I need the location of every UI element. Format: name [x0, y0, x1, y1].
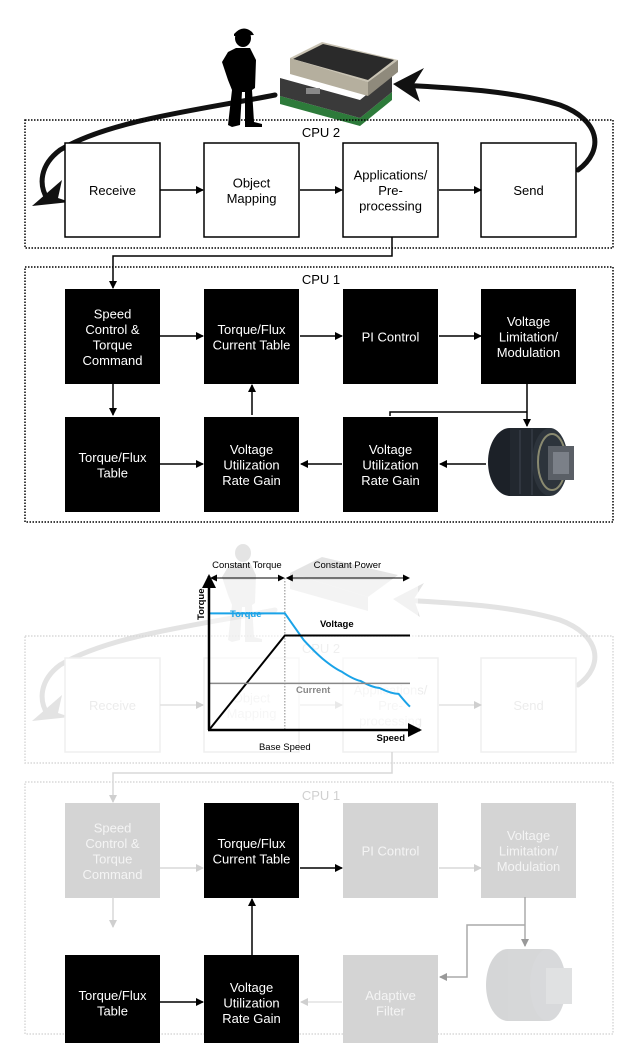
- region-label: Constant Power: [314, 560, 382, 571]
- block-label: Object: [233, 175, 271, 190]
- region-label: Constant Torque: [212, 560, 282, 571]
- block-label: Filter: [376, 1003, 406, 1018]
- block-label: Limitation/: [499, 844, 559, 859]
- block-torque-flux-table: Torque/FluxTable: [65, 417, 160, 512]
- block-object-mapping: ObjectMapping: [203, 142, 300, 238]
- block-speed-control: SpeedControl &TorqueCommand: [65, 289, 160, 384]
- block-label: Table: [97, 465, 128, 480]
- block-label: Modulation: [497, 345, 561, 360]
- block-label: Current Table: [213, 337, 291, 352]
- block-label: Pre-: [378, 183, 403, 198]
- block-label: Voltage: [230, 980, 273, 995]
- block-label: Torque/Flux: [79, 450, 147, 465]
- block-send: Send: [480, 142, 577, 238]
- block-voltage-utilization-1: VoltageUtilizationRate Gain: [204, 417, 299, 512]
- block-label: Torque: [93, 851, 133, 866]
- block-label: Receive: [89, 183, 136, 198]
- block-label: Voltage: [507, 828, 550, 843]
- block-label: Rate Gain: [222, 473, 281, 488]
- feedback-line-voltage-limitation: [389, 411, 527, 416]
- block-voltage-limitation: VoltageLimitation/Modulation: [481, 289, 576, 384]
- block-torque-flux-table: Torque/FluxTable: [65, 955, 160, 1043]
- block-label: Utilization: [223, 458, 279, 473]
- series-label-current: Current: [296, 685, 331, 696]
- block-send: Send: [480, 657, 577, 753]
- block-label: Table: [97, 1003, 128, 1018]
- block-torque-flux-current-table: Torque/FluxCurrent Table: [204, 289, 299, 384]
- block-label: Send: [513, 698, 543, 713]
- block-label: processing: [359, 199, 422, 214]
- x-axis-label: Speed: [376, 733, 405, 744]
- block-label: Adaptive: [365, 988, 416, 1003]
- block-label: Torque: [93, 337, 133, 352]
- diagram-canvas: CPU 2 Receive ObjectMapping Applications/P…: [24, 28, 614, 1043]
- block-label: Speed: [94, 306, 132, 321]
- block-pi-control: PI Control: [343, 803, 438, 898]
- cpu1-title: CPU 1: [302, 272, 340, 287]
- arrow-applications-to-speed-control: [109, 237, 393, 289]
- faded-cpu1-title: CPU 1: [302, 788, 340, 803]
- block-label: Limitation/: [499, 330, 559, 345]
- torque-speed-chart: Constant Torque Constant Power Torque Volta…: [196, 560, 422, 753]
- block-label: Send: [513, 183, 543, 198]
- base-speed-label: Base Speed: [259, 742, 311, 753]
- block-voltage-utilization: VoltageUtilizationRate Gain: [204, 955, 299, 1043]
- block-speed-control: SpeedControl &TorqueCommand: [65, 803, 160, 898]
- block-label: Utilization: [362, 458, 418, 473]
- block-label: Modulation: [497, 859, 561, 874]
- block-label: Current Table: [213, 851, 291, 866]
- block-label: Voltage: [369, 442, 412, 457]
- cpu2-title: CPU 2: [302, 125, 340, 140]
- block-label: Command: [83, 867, 143, 882]
- raspberry-pi-board-image: [280, 42, 398, 126]
- block-label: PI Control: [362, 330, 420, 345]
- faded-connector-cpu2-cpu1: [109, 752, 393, 803]
- block-applications: Applications/Pre-processing: [342, 142, 439, 238]
- operator-icon: [222, 28, 262, 127]
- faded-motor-image: [486, 949, 572, 1021]
- block-label: Receive: [89, 698, 136, 713]
- block-label: Torque/Flux: [79, 988, 147, 1003]
- block-label: Voltage: [507, 314, 550, 329]
- block-label: Torque/Flux: [218, 322, 286, 337]
- block-receive: Receive: [64, 657, 161, 753]
- block-voltage-limitation: VoltageLimitation/Modulation: [481, 803, 576, 898]
- block-torque-flux-current-table: Torque/FluxCurrent Table: [204, 803, 299, 898]
- block-label: Applications/: [354, 168, 428, 183]
- block-voltage-utilization-2: VoltageUtilizationRate Gain: [343, 417, 438, 512]
- block-label: Speed: [94, 820, 132, 835]
- block-label: PI Control: [362, 844, 420, 859]
- series-label-voltage: Voltage: [320, 619, 354, 630]
- motor-image: [488, 428, 574, 496]
- block-pi-control: PI Control: [343, 289, 438, 384]
- block-label: Rate Gain: [361, 473, 420, 488]
- top-diagram: CPU 2 Receive ObjectMapping Applications/P…: [24, 28, 614, 523]
- block-label: Mapping: [227, 191, 277, 206]
- block-label: Rate Gain: [222, 1011, 281, 1026]
- y-axis-label: Torque: [196, 589, 207, 621]
- block-label: Control &: [85, 836, 140, 851]
- block-adaptive-filter: AdaptiveFilter: [343, 955, 438, 1043]
- block-label: Command: [83, 353, 143, 368]
- block-label: Control &: [85, 322, 140, 337]
- chart-plot-area: [209, 580, 418, 730]
- block-label: Utilization: [223, 996, 279, 1011]
- block-label: Torque/Flux: [218, 836, 286, 851]
- block-label: Voltage: [230, 442, 273, 457]
- block-receive: Receive: [64, 142, 161, 238]
- series-label-torque: Torque: [230, 609, 262, 620]
